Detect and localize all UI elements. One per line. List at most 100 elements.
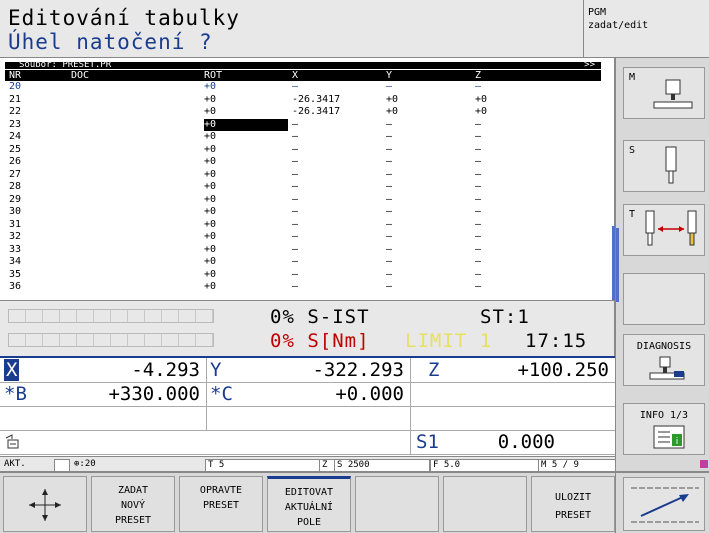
cell-rot[interactable]: +0 [204,144,288,157]
cell-y[interactable]: – [386,144,476,157]
cell-z[interactable]: – [475,219,575,232]
cell-nr[interactable]: 23 [9,119,69,132]
cell-rot[interactable]: +0 [204,131,288,144]
cell-y[interactable]: – [386,156,476,169]
cell-z[interactable]: – [475,156,575,169]
cell-y[interactable]: – [386,256,476,269]
cell-y[interactable]: – [386,119,476,132]
cell-rot[interactable]: +0 [204,94,288,107]
cell-rot[interactable]: +0 [204,181,288,194]
cell-rot[interactable]: +0 [204,106,288,119]
cell-z[interactable]: – [475,231,575,244]
s-function-button[interactable]: S [623,140,705,192]
table-row[interactable]: 32 +0– – – [5,231,601,244]
cell-y[interactable]: – [386,244,476,257]
cell-x[interactable]: – [292,181,382,194]
cell-nr[interactable]: 36 [9,281,69,294]
table-row[interactable]: 20 +0– – – [5,81,601,94]
cell-y[interactable]: – [386,81,476,94]
cell-x[interactable]: – [292,206,382,219]
table-row[interactable]: 22 +0 -26.3417 +0 +0 [5,106,601,119]
cell-z[interactable]: – [475,244,575,257]
cell-y[interactable]: – [386,281,476,294]
table-row[interactable]: 36 +0– – – [5,281,601,294]
cell-rot[interactable]: +0 [204,156,288,169]
table-row[interactable]: 23 +0– – – [5,118,601,132]
cell-rot[interactable]: +0 [204,219,288,232]
cursor-move-button[interactable] [3,476,87,532]
cell-x[interactable]: – [292,169,382,182]
table-row[interactable]: 25 +0– – – [5,144,601,157]
cell-y[interactable]: +0 [386,106,476,119]
cell-nr[interactable]: 26 [9,156,69,169]
cell-y[interactable]: – [386,219,476,232]
table-row[interactable]: 30 +0– – – [5,206,601,219]
cell-nr[interactable]: 27 [9,169,69,182]
cell-z[interactable]: – [475,119,575,132]
cell-rot[interactable]: +0 [204,194,288,207]
scroll-right-indicator[interactable]: >> [584,61,595,70]
col-header-doc[interactable]: DOC [71,70,201,81]
windows-icon[interactable] [700,460,708,468]
cell-x[interactable]: – [292,131,382,144]
cell-z[interactable]: – [475,169,575,182]
save-preset-button[interactable]: ULOZIT PRESET [531,476,615,532]
table-row[interactable]: 35 +0– – – [5,269,601,282]
col-header-y[interactable]: Y [386,70,476,81]
table-row[interactable]: 24 +0– – – [5,131,601,144]
table-row[interactable]: 29 +0– – – [5,194,601,207]
table-row[interactable]: 34 +0– – – [5,256,601,269]
cell-z[interactable]: – [475,81,575,94]
cell-y[interactable]: – [386,206,476,219]
table-row[interactable]: 27 +0– – – [5,169,601,182]
empty-right-softkey[interactable] [623,273,705,325]
cell-y[interactable]: +0 [386,94,476,107]
cell-z[interactable]: – [475,131,575,144]
cell-z[interactable]: – [475,194,575,207]
table-row[interactable]: 26 +0– – – [5,156,601,169]
cell-rot[interactable]: +0 [204,269,288,282]
col-header-x[interactable]: X [292,70,382,81]
table-row[interactable]: 31 +0– – – [5,219,601,232]
cell-y[interactable]: – [386,181,476,194]
new-preset-button[interactable]: ZADAT NOVÝ PRESET [91,476,175,532]
cell-y[interactable]: – [386,194,476,207]
table-row[interactable]: 33 +0– – – [5,244,601,257]
cell-z[interactable]: – [475,269,575,282]
cell-nr[interactable]: 32 [9,231,69,244]
cell-nr[interactable]: 29 [9,194,69,207]
right-scroll-indicator[interactable] [616,228,619,302]
cell-x[interactable]: – [292,144,382,157]
col-header-rot[interactable]: ROT [204,70,288,81]
col-header-nr[interactable]: NR [9,70,69,81]
cell-y[interactable]: – [386,131,476,144]
cell-nr[interactable]: 35 [9,269,69,282]
cell-nr[interactable]: 21 [9,94,69,107]
cell-rot[interactable]: +0 [204,81,288,94]
cell-z[interactable]: – [475,144,575,157]
cell-nr[interactable]: 22 [9,106,69,119]
cell-nr[interactable]: 30 [9,206,69,219]
correct-preset-button[interactable]: OPRAVTE PRESET [179,476,263,532]
cell-y[interactable]: – [386,269,476,282]
cell-nr[interactable]: 28 [9,181,69,194]
cell-x[interactable]: – [292,231,382,244]
cell-y[interactable]: – [386,231,476,244]
cell-x[interactable]: -26.3417 [292,94,382,107]
info-button[interactable]: INFO 1/3 i [623,403,705,455]
active-edit-field[interactable]: +0 [204,118,288,131]
table-row[interactable]: 28 +0– – – [5,181,601,194]
cell-x[interactable]: – [292,81,382,94]
diagnosis-button[interactable]: DIAGNOSIS [623,334,705,386]
cell-x[interactable]: – [292,281,382,294]
tool-call-button[interactable]: T [623,204,705,256]
cell-rot[interactable]: +0 [204,206,288,219]
cell-x[interactable]: – [292,269,382,282]
cell-rot[interactable]: +0 [204,244,288,257]
cell-rot[interactable]: +0 [204,256,288,269]
cell-x[interactable]: – [292,156,382,169]
cell-z[interactable]: – [475,281,575,294]
cell-rot[interactable]: +0 [204,169,288,182]
cell-x[interactable]: – [292,194,382,207]
cell-nr[interactable]: 31 [9,219,69,232]
